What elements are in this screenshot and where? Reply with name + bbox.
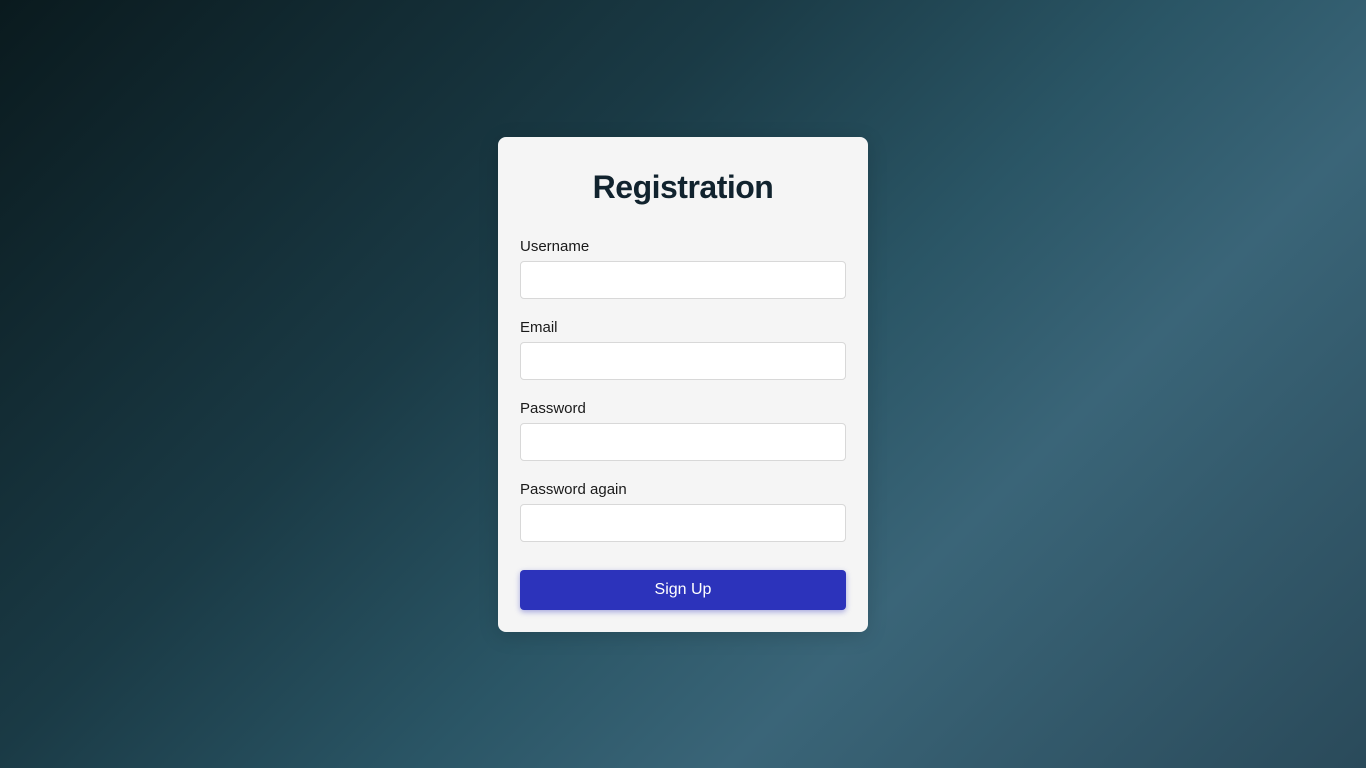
username-group: Username — [520, 238, 846, 299]
email-label: Email — [520, 319, 846, 336]
card-title: Registration — [520, 169, 846, 206]
password-again-group: Password again — [520, 481, 846, 542]
username-input[interactable] — [520, 261, 846, 299]
password-label: Password — [520, 400, 846, 417]
password-input[interactable] — [520, 423, 846, 461]
password-again-label: Password again — [520, 481, 846, 498]
registration-card: Registration Username Email Password Pas… — [498, 137, 868, 632]
signup-button[interactable]: Sign Up — [520, 570, 846, 610]
username-label: Username — [520, 238, 846, 255]
email-input[interactable] — [520, 342, 846, 380]
password-group: Password — [520, 400, 846, 461]
password-again-input[interactable] — [520, 504, 846, 542]
email-group: Email — [520, 319, 846, 380]
